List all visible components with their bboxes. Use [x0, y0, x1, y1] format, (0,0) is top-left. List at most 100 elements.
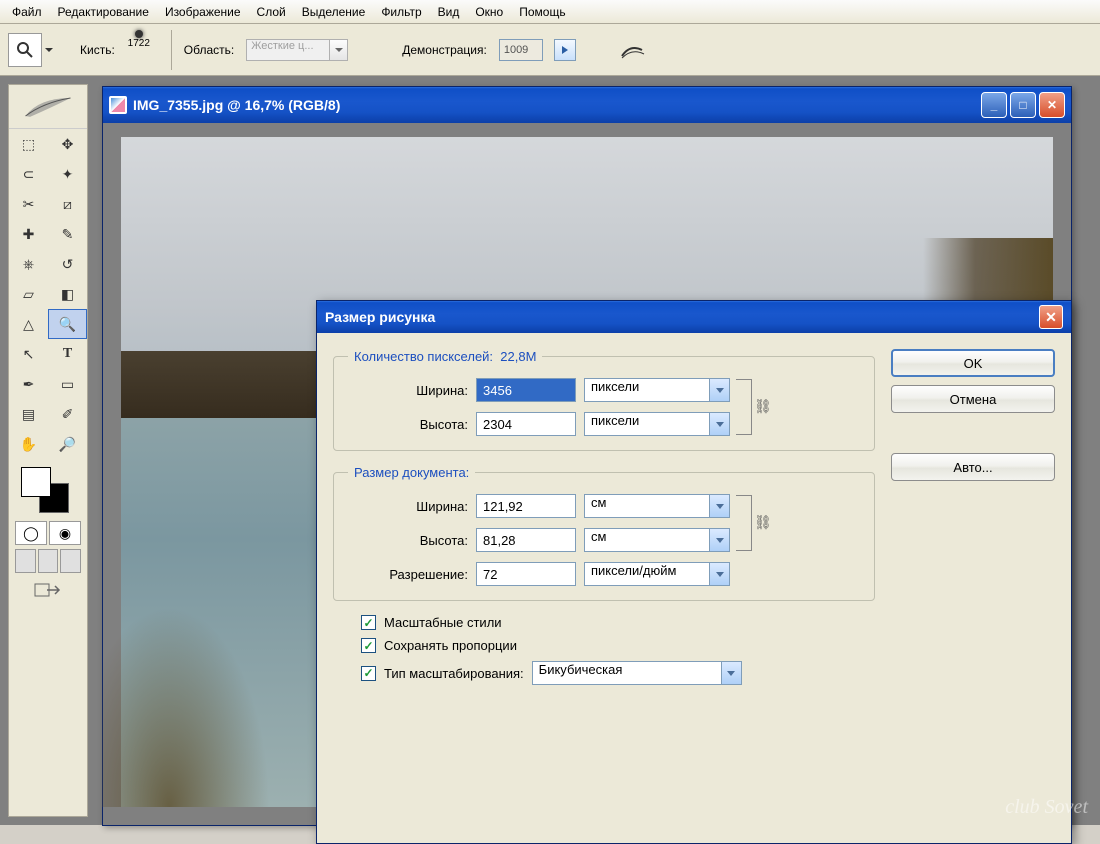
gradient-tool[interactable]: ◧ [48, 279, 87, 309]
region-dropdown[interactable]: Жесткие ц... [246, 39, 348, 61]
path-tool[interactable]: ↖ [9, 339, 48, 369]
doc-width-label: Ширина: [348, 499, 468, 514]
pixel-legend: Количество пискселей: [354, 349, 493, 364]
screen-mode-3[interactable] [60, 549, 81, 573]
shape-tool[interactable]: ▭ [48, 369, 87, 399]
crop-tool[interactable]: ✂ [9, 189, 48, 219]
resolution-input[interactable] [476, 562, 576, 586]
history-brush-icon[interactable] [620, 40, 648, 60]
resolution-label: Разрешение: [348, 567, 468, 582]
document-titlebar[interactable]: IMG_7355.jpg @ 16,7% (RGB/8) _ □ ✕ [103, 87, 1071, 123]
screen-mode-2[interactable] [38, 549, 59, 573]
doc-width-input[interactable] [476, 494, 576, 518]
toolbox: ⬚ ✥ ⊂ ✦ ✂ ⧄ ✚ ✎ ⎈ ↺ ▱ ◧ △ 🔍 ↖ T ✒ ▭ ▤ ✐ … [8, 84, 88, 817]
menu-view[interactable]: Вид [430, 2, 468, 22]
resample-checkbox[interactable]: ✓ [361, 666, 376, 681]
chevron-down-icon [722, 661, 742, 685]
zoom2-tool[interactable]: 🔎 [48, 429, 87, 459]
quickmask-mode[interactable]: ◉ [49, 521, 81, 545]
type-tool[interactable]: T [48, 339, 87, 369]
zoom-tool[interactable]: 🔍 [48, 309, 87, 339]
brush-tool[interactable]: ✎ [48, 219, 87, 249]
cancel-button[interactable]: Отмена [891, 385, 1055, 413]
demo-play-button[interactable] [554, 39, 576, 61]
doc-legend: Размер документа: [348, 465, 475, 480]
image-size-dialog: Размер рисунка ✕ Количество пискселей: 2… [316, 300, 1072, 844]
px-height-input[interactable] [476, 412, 576, 436]
hand-tool[interactable]: ✋ [9, 429, 48, 459]
menu-layer[interactable]: Слой [249, 2, 294, 22]
eraser-tool[interactable]: ▱ [9, 279, 48, 309]
doc-width-units[interactable]: см [584, 494, 730, 518]
menu-image[interactable]: Изображение [157, 2, 249, 22]
workspace: ⬚ ✥ ⊂ ✦ ✂ ⧄ ✚ ✎ ⎈ ↺ ▱ ◧ △ 🔍 ↖ T ✒ ▭ ▤ ✐ … [0, 76, 1100, 825]
history-tool[interactable]: ↺ [48, 249, 87, 279]
doc-height-label: Высота: [348, 533, 468, 548]
move-tool[interactable]: ✥ [48, 129, 87, 159]
brush-preview[interactable]: 1722 [119, 30, 159, 70]
brush-size-value: 1722 [128, 38, 150, 49]
wand-tool[interactable]: ✦ [48, 159, 87, 189]
notes-tool[interactable]: ▤ [9, 399, 48, 429]
heal-tool[interactable]: ✚ [9, 219, 48, 249]
screen-mode-1[interactable] [15, 549, 36, 573]
dialog-close-button[interactable]: ✕ [1039, 305, 1063, 329]
doc-height-units[interactable]: см [584, 528, 730, 552]
chain-link-icon[interactable]: ⛓ [754, 398, 768, 416]
constrain-label: Сохранять пропорции [384, 638, 517, 653]
blur-tool[interactable]: △ [9, 309, 48, 339]
scale-styles-checkbox[interactable]: ✓ [361, 615, 376, 630]
link-bracket-icon [736, 379, 752, 435]
menu-select[interactable]: Выделение [294, 2, 374, 22]
menu-window[interactable]: Окно [467, 2, 511, 22]
pen-tool[interactable]: ✒ [9, 369, 48, 399]
maximize-button[interactable]: □ [1010, 92, 1036, 118]
stamp-tool[interactable]: ⎈ [9, 249, 48, 279]
px-height-label: Высота: [348, 417, 468, 432]
resample-label: Тип масштабирования: [384, 666, 524, 681]
dialog-titlebar[interactable]: Размер рисунка ✕ [317, 301, 1071, 333]
foreground-color[interactable] [21, 467, 51, 497]
lasso-tool[interactable]: ⊂ [9, 159, 48, 189]
close-button[interactable]: ✕ [1039, 92, 1065, 118]
link-bracket-icon [736, 495, 752, 551]
marquee-tool[interactable]: ⬚ [9, 129, 48, 159]
document-size-group: Размер документа: Ширина: см [333, 465, 875, 601]
menu-filter[interactable]: Фильтр [373, 2, 429, 22]
chain-link-icon[interactable]: ⛓ [754, 514, 768, 532]
standard-mode[interactable]: ◯ [15, 521, 47, 545]
px-width-label: Ширина: [348, 383, 468, 398]
px-width-input[interactable] [476, 378, 576, 402]
px-width-units[interactable]: пиксели [584, 378, 730, 402]
document-title: IMG_7355.jpg @ 16,7% (RGB/8) [133, 97, 340, 113]
color-swatches[interactable] [9, 459, 87, 519]
tool-preset-picker[interactable] [8, 33, 42, 67]
resample-method-dropdown[interactable]: Бикубическая [532, 661, 742, 685]
eyedrop-tool[interactable]: ✐ [48, 399, 87, 429]
dialog-title: Размер рисунка [325, 309, 435, 325]
scale-styles-label: Масштабные стили [384, 615, 502, 630]
ok-button[interactable]: OK [891, 349, 1055, 377]
brush-dot-icon [135, 30, 143, 38]
menu-help[interactable]: Помощь [511, 2, 573, 22]
pixel-count: 22,8M [500, 349, 536, 364]
chevron-down-icon [710, 494, 730, 518]
resolution-units[interactable]: пиксели/дюйм [584, 562, 730, 586]
close-icon: ✕ [1047, 98, 1057, 112]
jump-to[interactable] [9, 575, 87, 605]
menu-edit[interactable]: Редактирование [50, 2, 157, 22]
zoom-icon [16, 41, 34, 59]
doc-height-input[interactable] [476, 528, 576, 552]
chevron-down-icon [710, 378, 730, 402]
px-height-units[interactable]: пиксели [584, 412, 730, 436]
constrain-checkbox[interactable]: ✓ [361, 638, 376, 653]
menu-bar: Файл Редактирование Изображение Слой Выд… [0, 0, 1100, 24]
minimize-icon: _ [991, 98, 998, 112]
minimize-button[interactable]: _ [981, 92, 1007, 118]
dropdown-icon [330, 39, 348, 61]
document-icon [109, 96, 127, 114]
slice-tool[interactable]: ⧄ [48, 189, 87, 219]
demo-input[interactable] [499, 39, 543, 61]
auto-button[interactable]: Авто... [891, 453, 1055, 481]
menu-file[interactable]: Файл [4, 2, 50, 22]
